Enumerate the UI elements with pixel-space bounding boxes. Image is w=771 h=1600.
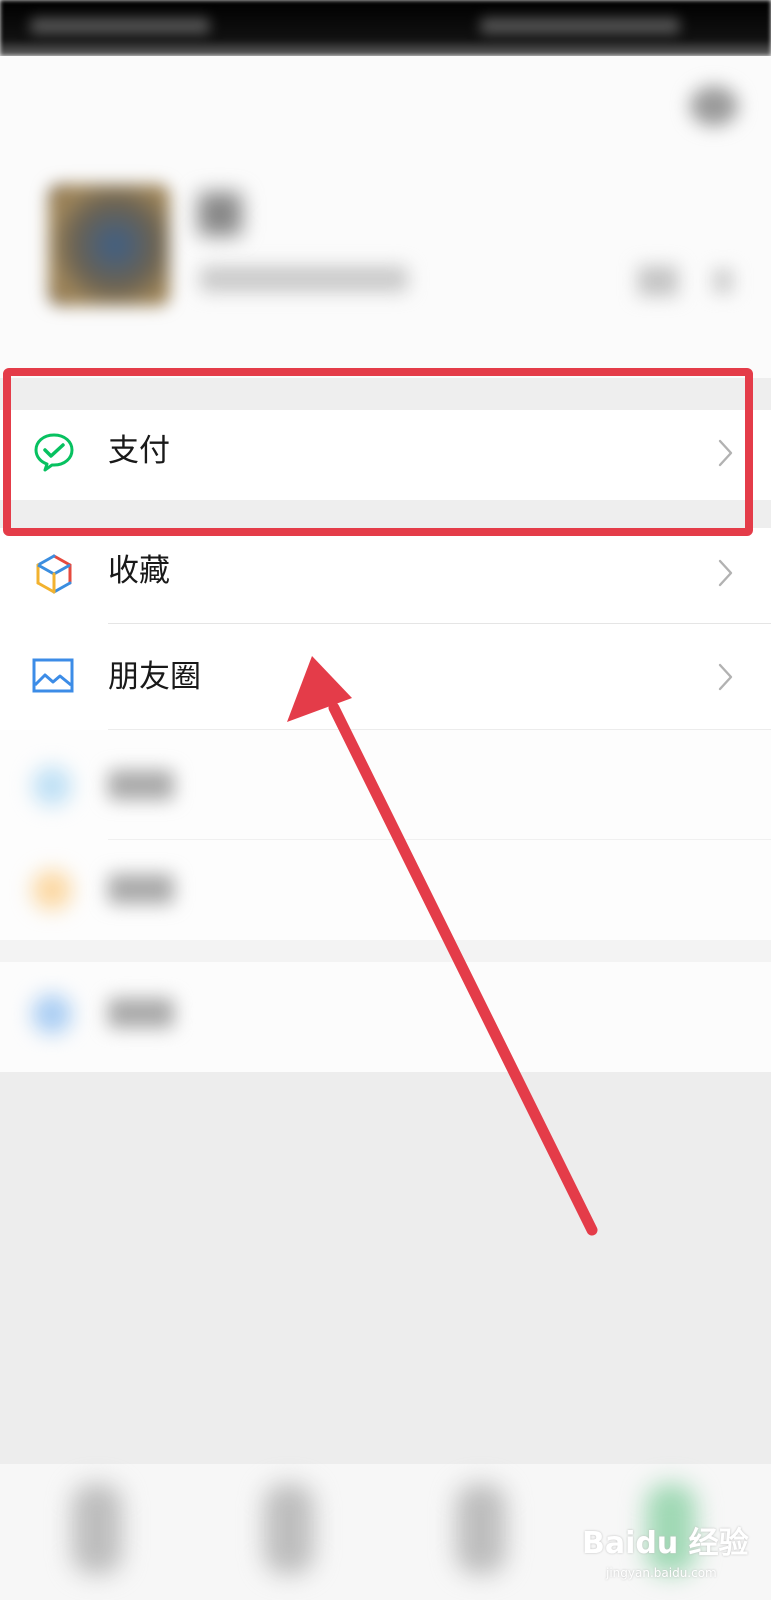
tab-discover[interactable]: [456, 1484, 506, 1574]
tab-chats[interactable]: [72, 1484, 122, 1574]
baidu-watermark-url: jingyan.baidu.com: [606, 1566, 717, 1580]
tab-contacts[interactable]: [264, 1484, 314, 1574]
annotation-arrow: [287, 656, 598, 1236]
baidu-watermark: Baidu 经验: [582, 1526, 749, 1561]
